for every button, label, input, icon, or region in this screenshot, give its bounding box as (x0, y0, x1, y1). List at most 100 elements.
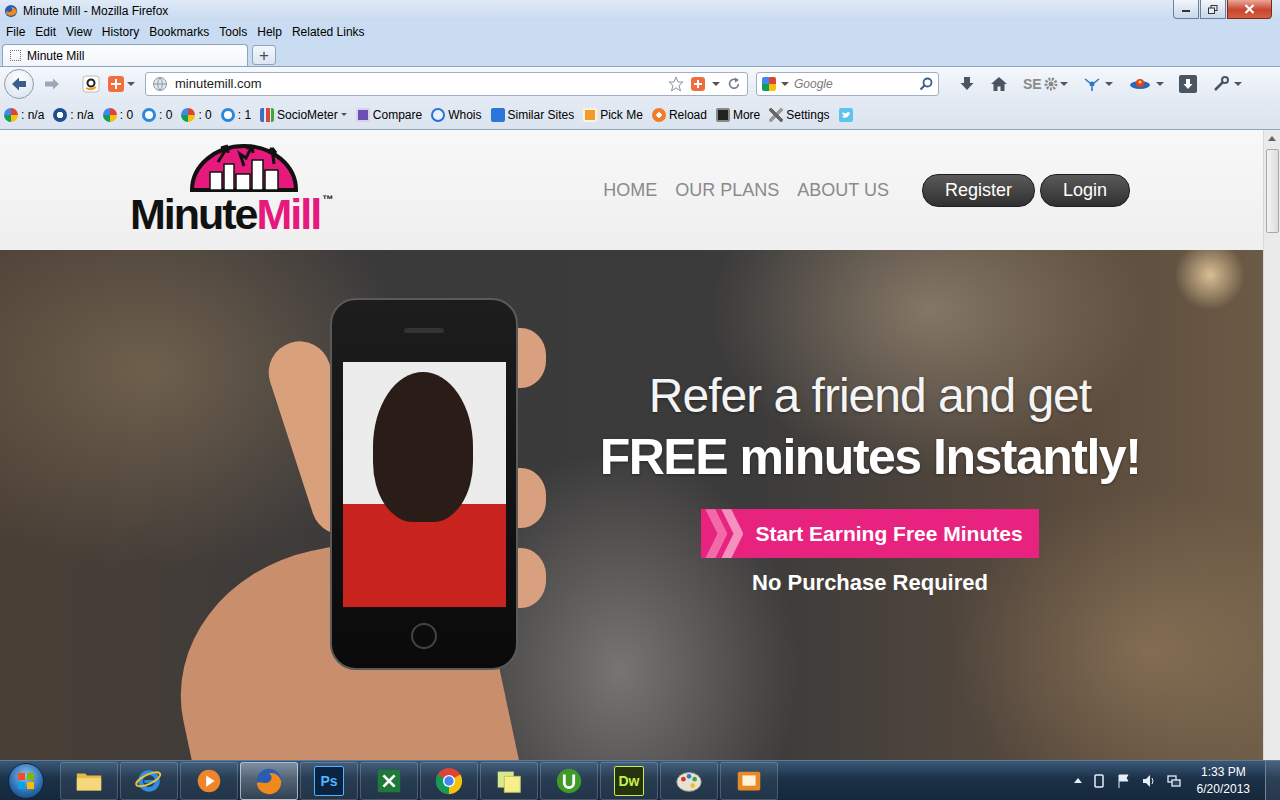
bookmark-item[interactable]: Pick Me (583, 108, 643, 122)
show-hidden-icons[interactable] (1074, 778, 1082, 783)
taskbar-button[interactable] (660, 762, 718, 800)
chrome-icon (434, 766, 464, 796)
taskbar-button[interactable] (420, 762, 478, 800)
taskbar-button[interactable] (180, 762, 238, 800)
engine-dropdown-icon[interactable] (781, 82, 789, 86)
taskbar-apps: Ps Dw (60, 762, 778, 800)
twitter-button[interactable] (839, 108, 853, 122)
bookmark-item[interactable]: Similar Sites (491, 108, 575, 122)
volume-icon[interactable] (1141, 773, 1157, 789)
internet-explorer-icon (134, 766, 164, 796)
dropdown-icon (341, 113, 347, 116)
dropdown-icon (127, 82, 135, 86)
minimize-button[interactable] (1173, 0, 1199, 19)
nav-link[interactable]: ABOUT US (797, 180, 889, 201)
tools-button[interactable] (1212, 76, 1242, 92)
download-icon[interactable] (959, 76, 975, 92)
forward-button[interactable] (42, 74, 62, 94)
window-controls (1173, 0, 1272, 19)
back-button[interactable] (4, 69, 34, 99)
share-button[interactable] (108, 76, 135, 92)
bookmark-item[interactable]: : 0 (142, 108, 172, 122)
logo-second: Mill (257, 192, 321, 237)
bookmark-item[interactable]: : 0 (181, 108, 211, 122)
bookmark-icon (652, 108, 666, 122)
start-earning-button[interactable]: Start Earning Free Minutes (701, 509, 1038, 558)
bookmark-item[interactable]: Whois (431, 108, 481, 122)
dropdown-icon (1156, 82, 1164, 86)
scroll-up-button[interactable] (1264, 130, 1280, 147)
nav-link[interactable]: OUR PLANS (675, 180, 779, 201)
browser-tab[interactable]: Minute Mill (2, 44, 248, 66)
home-icon[interactable] (990, 76, 1008, 92)
bookmark-item[interactable]: More (716, 108, 760, 122)
bookmark-star-icon[interactable] (668, 76, 684, 92)
menu-item[interactable]: Related Links (287, 25, 370, 39)
dropdown-icon (1234, 82, 1242, 86)
menu-item[interactable]: File (1, 25, 30, 39)
scroll-thumb[interactable] (1266, 149, 1279, 233)
taskbar-button[interactable] (540, 762, 598, 800)
auth-button[interactable]: Register (922, 174, 1035, 207)
clock[interactable]: 1:33 PM6/20/2013 (1191, 764, 1256, 796)
address-bar[interactable]: minutemill.com (145, 72, 748, 96)
bookmark-item[interactable]: : 1 (221, 108, 251, 122)
vertical-scrollbar[interactable] (1263, 130, 1280, 760)
twitter-icon (839, 108, 853, 122)
amazon-icon (82, 75, 100, 93)
taskbar-button[interactable] (480, 762, 538, 800)
bookmark-label: Settings (786, 108, 829, 122)
history-dropdown-icon[interactable] (712, 82, 720, 86)
taskbar-button[interactable] (120, 762, 178, 800)
network-icon[interactable] (1166, 773, 1182, 789)
menu-item[interactable]: Edit (30, 25, 61, 39)
addon-button[interactable] (1128, 76, 1164, 92)
device-icon[interactable] (1091, 773, 1107, 789)
rocket-icon (1128, 76, 1152, 92)
nav-link[interactable]: HOME (603, 180, 657, 201)
taskbar-button[interactable] (360, 762, 418, 800)
menu-item[interactable]: History (97, 25, 144, 39)
bookmark-item[interactable]: : n/a (53, 108, 93, 122)
close-button[interactable] (1227, 0, 1272, 19)
new-tab-button[interactable]: + (252, 45, 276, 65)
bookmark-item[interactable]: Settings (769, 108, 829, 122)
taskbar-button[interactable] (60, 762, 118, 800)
downloads-button[interactable] (1179, 75, 1197, 93)
seo-button[interactable]: SE (1023, 76, 1068, 92)
amazon-button[interactable] (82, 75, 100, 93)
reload-icon[interactable] (727, 77, 741, 91)
menu-bar: FileEditViewHistoryBookmarksToolsHelpRel… (0, 21, 1280, 42)
share-icon[interactable] (691, 77, 705, 91)
menu-item[interactable]: View (61, 25, 97, 39)
share-icon (108, 76, 124, 92)
bookmark-item[interactable]: Reload (652, 108, 707, 122)
dropdown-icon (1105, 82, 1113, 86)
site-logo[interactable]: MinuteMill™ (130, 142, 333, 237)
restore-button[interactable] (1200, 0, 1226, 19)
search-bar[interactable]: Google (756, 72, 939, 96)
action-center-flag-icon[interactable] (1116, 773, 1132, 789)
bookmark-item[interactable]: SocioMeter (260, 108, 347, 122)
network-button[interactable] (1083, 76, 1113, 92)
dropdown-icon (1060, 82, 1068, 86)
taskbar-button[interactable] (240, 762, 298, 800)
taskbar-button[interactable] (720, 762, 778, 800)
menu-item[interactable]: Tools (214, 25, 252, 39)
auth-button[interactable]: Login (1040, 174, 1130, 207)
toolbar-icons: SE (959, 75, 1242, 93)
bookmark-item[interactable]: : n/a (4, 108, 44, 122)
search-icon[interactable] (919, 77, 933, 91)
clock-time: 1:33 PM (1197, 764, 1250, 780)
bookmark-item[interactable]: Compare (356, 108, 422, 122)
taskbar-button[interactable]: Ps (300, 762, 358, 800)
show-desktop-button[interactable] (1265, 761, 1280, 800)
menu-item[interactable]: Bookmarks (144, 25, 214, 39)
menu-item[interactable]: Help (252, 25, 287, 39)
taskbar-button[interactable]: Dw (600, 762, 658, 800)
tab-strip: Minute Mill+ (0, 42, 1280, 66)
bookmark-item[interactable]: : 0 (103, 108, 133, 122)
sticky-notes-icon (494, 766, 524, 796)
start-button[interactable] (8, 763, 44, 799)
restore-icon (1208, 5, 1218, 14)
